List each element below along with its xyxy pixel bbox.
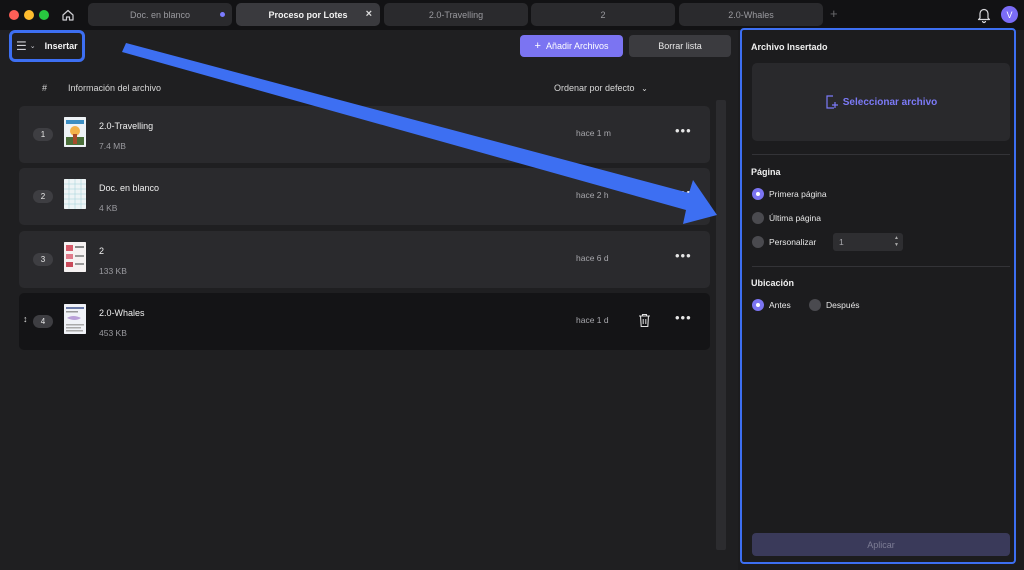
table-row[interactable]: 2 Doc. en blanco 4 KB hace 2 h ••• <box>19 168 710 225</box>
row-number: 1 <box>33 128 53 141</box>
radio-first-page[interactable]: Primera página <box>752 188 827 200</box>
file-thumbnail <box>64 179 86 209</box>
radio-custom[interactable]: Personalizar <box>752 236 816 248</box>
unsaved-dot-icon <box>220 12 225 17</box>
divider <box>752 154 1010 155</box>
file-name: 2.0-Whales <box>99 308 145 318</box>
home-icon[interactable] <box>57 4 79 26</box>
tab-doc-en-blanco[interactable]: Doc. en blanco <box>88 3 232 26</box>
radio-label: Primera página <box>769 189 827 199</box>
radio-before[interactable]: Antes <box>752 299 791 311</box>
more-options-icon[interactable]: ••• <box>675 185 692 200</box>
location-section-title: Ubicación <box>751 278 795 288</box>
drag-handle-icon[interactable]: ↕ <box>23 314 28 324</box>
radio-label: Última página <box>769 213 821 223</box>
tab-travelling[interactable]: 2.0-Travelling <box>384 3 528 26</box>
file-size: 133 KB <box>99 266 127 276</box>
file-name: 2.0-Travelling <box>99 121 154 131</box>
radio-after[interactable]: Después <box>809 299 860 311</box>
file-thumbnail <box>64 117 86 147</box>
tab-label: 2 <box>600 9 606 20</box>
row-number: 4 <box>33 315 53 328</box>
custom-page-stepper[interactable]: 1 ▲ ▼ <box>833 233 903 251</box>
scrollbar[interactable] <box>716 100 726 550</box>
radio-last-page[interactable]: Última página <box>752 212 821 224</box>
column-header-file-info: Información del archivo <box>68 83 162 93</box>
table-row[interactable]: ↕ 4 2.0-Whales 453 KB hace 1 d ••• <box>19 293 710 350</box>
close-window-button[interactable] <box>9 10 19 20</box>
apply-button[interactable]: Aplicar <box>752 533 1010 556</box>
menu-icon: ☰ <box>16 39 27 53</box>
tab-2[interactable]: 2 <box>531 3 675 26</box>
radio-checked-icon <box>752 188 764 200</box>
add-file-icon <box>826 95 838 109</box>
bell-icon[interactable] <box>976 6 992 24</box>
select-file-label: Seleccionar archivo <box>842 96 938 108</box>
tab-proceso-por-lotes[interactable]: Proceso por Lotes × <box>236 3 380 26</box>
stepper-arrows-icon[interactable]: ▲ ▼ <box>894 235 899 249</box>
select-file-dropzone[interactable]: Seleccionar archivo <box>752 63 1010 141</box>
radio-checked-icon <box>752 299 764 311</box>
radio-unchecked-icon <box>752 212 764 224</box>
radio-label: Personalizar <box>769 237 817 247</box>
tab-label: 2.0-Travelling <box>428 9 484 20</box>
more-options-icon[interactable]: ••• <box>675 123 692 138</box>
radio-unchecked-icon <box>752 236 764 248</box>
more-options-icon[interactable]: ••• <box>675 310 692 325</box>
avatar[interactable]: V <box>1001 6 1018 23</box>
radio-label: Antes <box>769 300 791 310</box>
panel-title: Archivo Insertado <box>751 42 828 52</box>
add-files-label: Añadir Archivos <box>545 41 609 51</box>
file-time: hace 6 d <box>576 253 609 263</box>
new-tab-icon[interactable]: + <box>830 6 838 21</box>
title-bar: Doc. en blanco Proceso por Lotes × 2.0-T… <box>0 0 1024 30</box>
clear-list-button[interactable]: Borrar lista <box>629 35 731 57</box>
row-number: 3 <box>33 253 53 266</box>
tab-whales[interactable]: 2.0-Whales <box>679 3 823 26</box>
tab-label: 2.0-Whales <box>728 9 774 20</box>
plus-icon: + <box>534 40 541 52</box>
more-options-icon[interactable]: ••• <box>675 248 692 263</box>
radio-unchecked-icon <box>809 299 821 311</box>
divider <box>752 266 1010 267</box>
chevron-down-icon: ⌄ <box>641 84 648 93</box>
file-size: 453 KB <box>99 328 127 338</box>
tab-label: Doc. en blanco <box>129 9 191 20</box>
trash-icon[interactable] <box>638 313 651 328</box>
insert-settings-panel: Archivo Insertado Seleccionar archivo Pá… <box>740 28 1016 564</box>
chevron-down-icon: ⌄ <box>29 43 36 50</box>
file-thumbnail <box>64 242 86 272</box>
zoom-window-button[interactable] <box>39 10 49 20</box>
page-section-title: Página <box>751 167 781 177</box>
add-files-button[interactable]: + Añadir Archivos <box>520 35 623 57</box>
file-name: Doc. en blanco <box>99 183 160 193</box>
column-header-number: # <box>42 83 48 93</box>
file-size: 4 KB <box>99 203 118 213</box>
radio-label: Después <box>826 300 860 310</box>
file-time: hace 1 m <box>576 128 611 138</box>
file-time: hace 1 d <box>576 315 609 325</box>
sort-dropdown[interactable]: Ordenar por defecto ⌄ <box>554 83 648 93</box>
insert-mode-dropdown[interactable]: ☰ ⌄ Insertar <box>9 30 85 62</box>
file-name: 2 <box>99 246 105 256</box>
stepper-value: 1 <box>839 237 844 247</box>
close-tab-icon[interactable]: × <box>366 8 372 20</box>
file-size: 7.4 MB <box>99 141 126 151</box>
file-thumbnail <box>64 304 86 334</box>
tab-label: Proceso por Lotes <box>268 9 348 20</box>
minimize-window-button[interactable] <box>24 10 34 20</box>
table-row[interactable]: 1 2.0-Travelling 7.4 MB hace 1 m ••• <box>19 106 710 163</box>
sort-label: Ordenar por defecto <box>554 83 635 93</box>
insert-label: Insertar <box>44 41 78 51</box>
table-row[interactable]: 3 2 133 KB hace 6 d ••• <box>19 231 710 288</box>
row-number: 2 <box>33 190 53 203</box>
file-time: hace 2 h <box>576 190 609 200</box>
